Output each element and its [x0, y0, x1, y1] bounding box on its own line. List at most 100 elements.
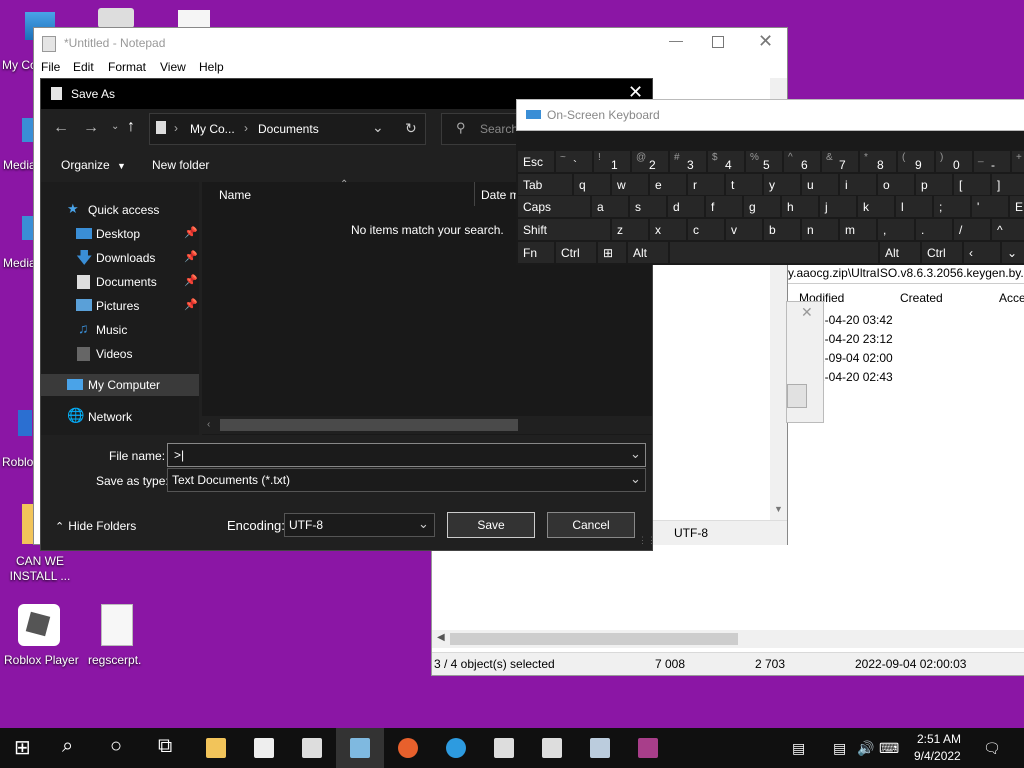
taskbar-photos[interactable] — [528, 728, 576, 768]
key-g[interactable]: g — [744, 196, 780, 217]
taskbar-winrar[interactable] — [624, 728, 672, 768]
nav-item-videos[interactable]: Videos — [41, 343, 199, 365]
nav-item-quick-access[interactable]: ★ Quick access — [41, 199, 199, 221]
key-[interactable]: ' — [972, 196, 1008, 217]
key-8[interactable]: * 8 — [860, 151, 896, 172]
key-y[interactable]: y — [764, 174, 800, 195]
column-name[interactable]: Name — [219, 188, 251, 202]
key-[interactable]: ~ ` — [556, 151, 592, 172]
scroll-down-icon[interactable]: ▼ — [774, 504, 783, 514]
menu-format[interactable]: Format — [108, 60, 146, 74]
chevron-down-icon[interactable]: ⌄ — [372, 119, 384, 136]
cancel-button[interactable]: Cancel — [547, 512, 635, 538]
menu-help[interactable]: Help — [199, 60, 224, 74]
resize-grip-icon[interactable]: ⋮⋮ — [638, 535, 656, 546]
key-[interactable]: _ - — [974, 151, 1010, 172]
on-screen-keyboard[interactable]: On-Screen Keyboard Esc ~ `! 1 @2 #3 $4% 5 ^ 6 & 7 * 8… — [516, 99, 1024, 265]
taskbar-cortana[interactable]: ○ — [96, 728, 144, 768]
key-6[interactable]: ^ 6 — [784, 151, 820, 172]
nav-item-pictures[interactable]: Pictures 📌 — [41, 295, 199, 317]
taskbar-date[interactable]: 9/4/2022 — [914, 749, 961, 763]
key-0[interactable]: ) 0 — [936, 151, 972, 172]
key-ctrl[interactable]: Ctrl — [922, 242, 962, 263]
table-row[interactable]: 2-04-20 02:43 — [818, 370, 893, 384]
key-q[interactable]: q — [574, 174, 610, 195]
minimize-icon[interactable]: — — [669, 32, 683, 48]
key-n[interactable]: n — [802, 219, 838, 240]
key-e[interactable]: e — [650, 174, 686, 195]
breadcrumb-documents[interactable]: Documents — [258, 122, 319, 136]
pin-icon[interactable]: 📌 — [184, 274, 198, 287]
horizontal-scrollbar[interactable]: ◀ — [432, 630, 1024, 648]
taskbar-7zip[interactable] — [480, 728, 528, 768]
close-icon[interactable]: ✕ — [801, 304, 813, 321]
key-alt[interactable]: Alt — [880, 242, 920, 263]
key-c[interactable]: c — [688, 219, 724, 240]
taskbar-start[interactable]: ⊞ — [0, 728, 48, 768]
taskbar-notepad[interactable] — [240, 728, 288, 768]
key-j[interactable]: j — [820, 196, 856, 217]
key-h[interactable]: h — [782, 196, 818, 217]
key-[interactable]: , — [878, 219, 914, 240]
notification-icon[interactable]: 🗨 — [983, 740, 1001, 757]
key-[interactable]: / — [954, 219, 990, 240]
taskbar-task-view[interactable]: ⧉ — [144, 728, 192, 768]
network-icon[interactable]: ▤ — [833, 740, 846, 757]
chevron-down-icon[interactable]: ⌄ — [630, 446, 641, 462]
save-type-select[interactable]: Text Documents (*.txt) ⌄ — [167, 468, 646, 492]
key-e[interactable]: E — [1010, 196, 1024, 217]
partial-dialog-button[interactable] — [787, 384, 807, 408]
taskbar-edge[interactable] — [432, 728, 480, 768]
key-space[interactable] — [670, 242, 878, 263]
taskbar-firefox[interactable] — [384, 728, 432, 768]
taskbar-file-explorer[interactable] — [192, 728, 240, 768]
key-r[interactable]: r — [688, 174, 724, 195]
key-k[interactable]: k — [858, 196, 894, 217]
taskbar-osk[interactable] — [576, 728, 624, 768]
desktop-icon-regscerpt[interactable]: regscerpt. — [76, 604, 156, 667]
menu-file[interactable]: File — [41, 60, 60, 74]
refresh-icon[interactable]: ↻ — [405, 120, 417, 137]
breadcrumb-my-computer[interactable]: My Co... — [190, 122, 235, 136]
up-arrow-icon[interactable]: ↑ — [127, 118, 135, 136]
close-icon[interactable]: ✕ — [758, 31, 773, 52]
key-tab[interactable]: Tab — [518, 174, 572, 195]
scroll-left-icon[interactable]: ◀ — [437, 632, 445, 643]
key-ctrl[interactable]: Ctrl — [556, 242, 596, 263]
hide-folders-button[interactable]: ⌃ Hide Folders — [55, 519, 136, 533]
new-folder-button[interactable]: New folder — [152, 158, 209, 172]
scrollbar-thumb[interactable] — [220, 419, 518, 431]
key-[interactable]: [ — [954, 174, 990, 195]
key-u[interactable]: u — [802, 174, 838, 195]
column-date-modified[interactable]: Date m — [481, 188, 520, 202]
key-w[interactable]: w — [612, 174, 648, 195]
key-d[interactable]: d — [668, 196, 704, 217]
key-3[interactable]: #3 — [670, 151, 706, 172]
key-[interactable]: ; — [934, 196, 970, 217]
key-4[interactable]: $4 — [708, 151, 744, 172]
desktop-icon-printer[interactable] — [98, 8, 134, 28]
nav-item-my-computer[interactable]: My Computer — [41, 374, 199, 396]
key-[interactable]: ⊞ — [598, 242, 626, 263]
key-esc[interactable]: Esc — [518, 151, 554, 172]
key-t[interactable]: t — [726, 174, 762, 195]
nav-item-documents[interactable]: Documents 📌 — [41, 271, 199, 293]
key-b[interactable]: b — [764, 219, 800, 240]
nav-item-music[interactable]: ♫ Music — [41, 319, 199, 341]
column-created[interactable]: Created — [900, 291, 943, 305]
key-2[interactable]: @2 — [632, 151, 668, 172]
search-input[interactable]: ⚲ Search — [441, 113, 527, 145]
key-p[interactable]: p — [916, 174, 952, 195]
key-x[interactable]: x — [650, 219, 686, 240]
nav-item-desktop[interactable]: Desktop 📌 — [41, 223, 199, 245]
key-5[interactable]: % 5 — [746, 151, 782, 172]
keyboard-icon[interactable]: ⌨ — [879, 740, 899, 757]
menu-view[interactable]: View — [160, 60, 186, 74]
key-i[interactable]: i — [840, 174, 876, 195]
key-1[interactable]: ! 1 — [594, 151, 630, 172]
key-[interactable]: ] — [992, 174, 1024, 195]
horizontal-scrollbar[interactable]: ‹ — [202, 416, 652, 434]
taskbar-time[interactable]: 2:51 AM — [917, 732, 961, 746]
key-shift[interactable]: Shift — [518, 219, 610, 240]
maximize-icon[interactable] — [712, 36, 724, 48]
